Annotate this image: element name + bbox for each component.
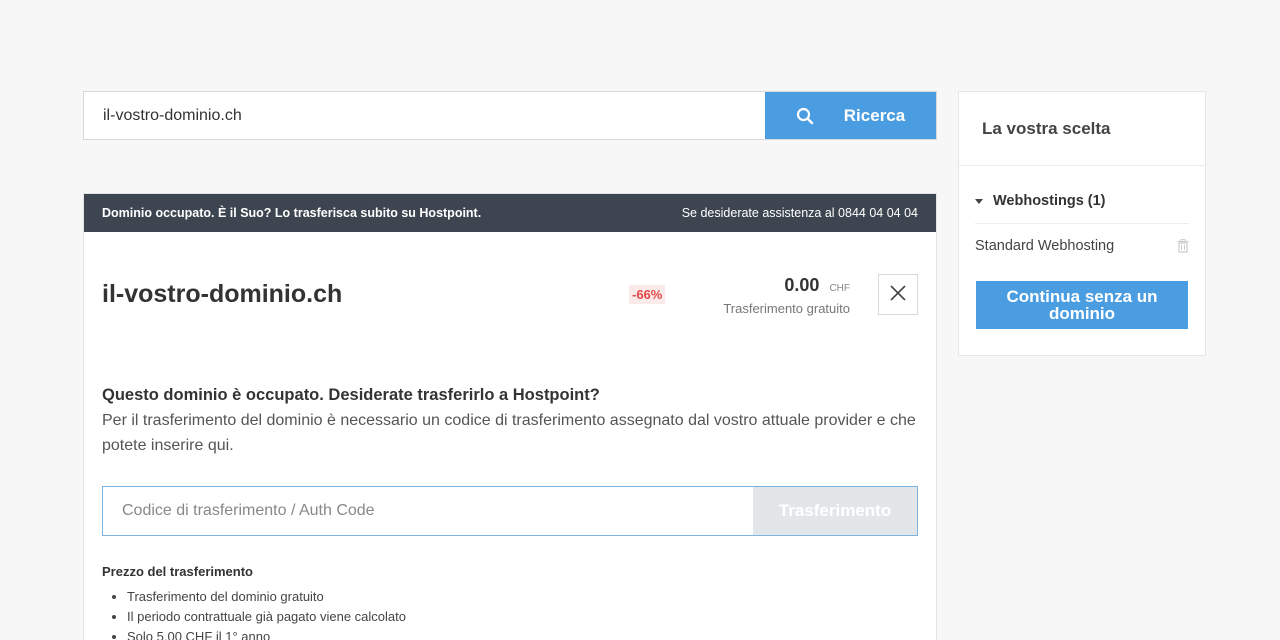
trash-icon[interactable]: [1177, 239, 1189, 253]
list-item: Solo 5.00 CHF il 1° anno: [127, 627, 406, 640]
auth-code-input[interactable]: [103, 487, 753, 535]
transfer-button[interactable]: Trasferimento: [753, 487, 917, 535]
close-icon: [890, 285, 906, 304]
transfer-description: Per il trasferimento del dominio è neces…: [102, 412, 916, 454]
price-value: 0.00: [784, 275, 820, 295]
domain-row: il-vostro-dominio.ch -66% 0.00 CHF Trasf…: [84, 232, 936, 342]
continue-without-domain-button[interactable]: Continua senza un dominio: [976, 281, 1188, 329]
list-item: Trasferimento del dominio gratuito: [127, 587, 406, 607]
search-button[interactable]: Ricerca: [765, 92, 936, 139]
list-item: Il periodo contrattuale già pagato viene…: [127, 607, 406, 627]
auth-code-form: Trasferimento: [102, 486, 918, 536]
cart-title: La vostra scelta: [959, 92, 1205, 166]
search-button-label: Ricerca: [843, 105, 906, 125]
caret-down-icon: [975, 193, 983, 209]
discount-badge: -66%: [629, 285, 666, 304]
price-info-list: Trasferimento del dominio gratuito Il pe…: [102, 587, 406, 640]
domain-result-card: Dominio occupato. È il Suo? Lo trasferis…: [83, 193, 937, 640]
notice-text: Dominio occupato. È il Suo? Lo trasferis…: [102, 206, 482, 220]
price-info-title: Prezzo del trasferimento: [102, 564, 253, 579]
price-currency: CHF: [829, 283, 850, 294]
transfer-section: Questo dominio è occupato. Desiderate tr…: [102, 386, 918, 458]
cart-category-webhostings[interactable]: Webhostings (1): [975, 193, 1189, 224]
search-icon: [796, 107, 814, 125]
domain-search-input[interactable]: [84, 92, 765, 139]
price-block: 0.00 CHF Trasferimento gratuito: [723, 275, 850, 316]
cart-category-label: Webhostings (1): [993, 193, 1106, 209]
cart-item: Standard Webhosting: [975, 238, 1189, 254]
price-note: Trasferimento gratuito: [723, 301, 850, 316]
transfer-title: Questo dominio è occupato. Desiderate tr…: [102, 386, 600, 404]
transfer-price-info: Prezzo del trasferimento Trasferimento d…: [102, 564, 406, 640]
domain-search-bar: Ricerca: [83, 91, 937, 140]
support-phone-text: Se desiderate assistenza al 0844 04 04 0…: [681, 206, 918, 220]
remove-domain-button[interactable]: [878, 274, 918, 315]
domain-name: il-vostro-dominio.ch: [102, 280, 343, 308]
cart-sidebar: La vostra scelta Webhostings (1) Standar…: [958, 91, 1206, 356]
cart-item-label: Standard Webhosting: [975, 238, 1115, 254]
notice-bar: Dominio occupato. È il Suo? Lo trasferis…: [84, 194, 936, 232]
